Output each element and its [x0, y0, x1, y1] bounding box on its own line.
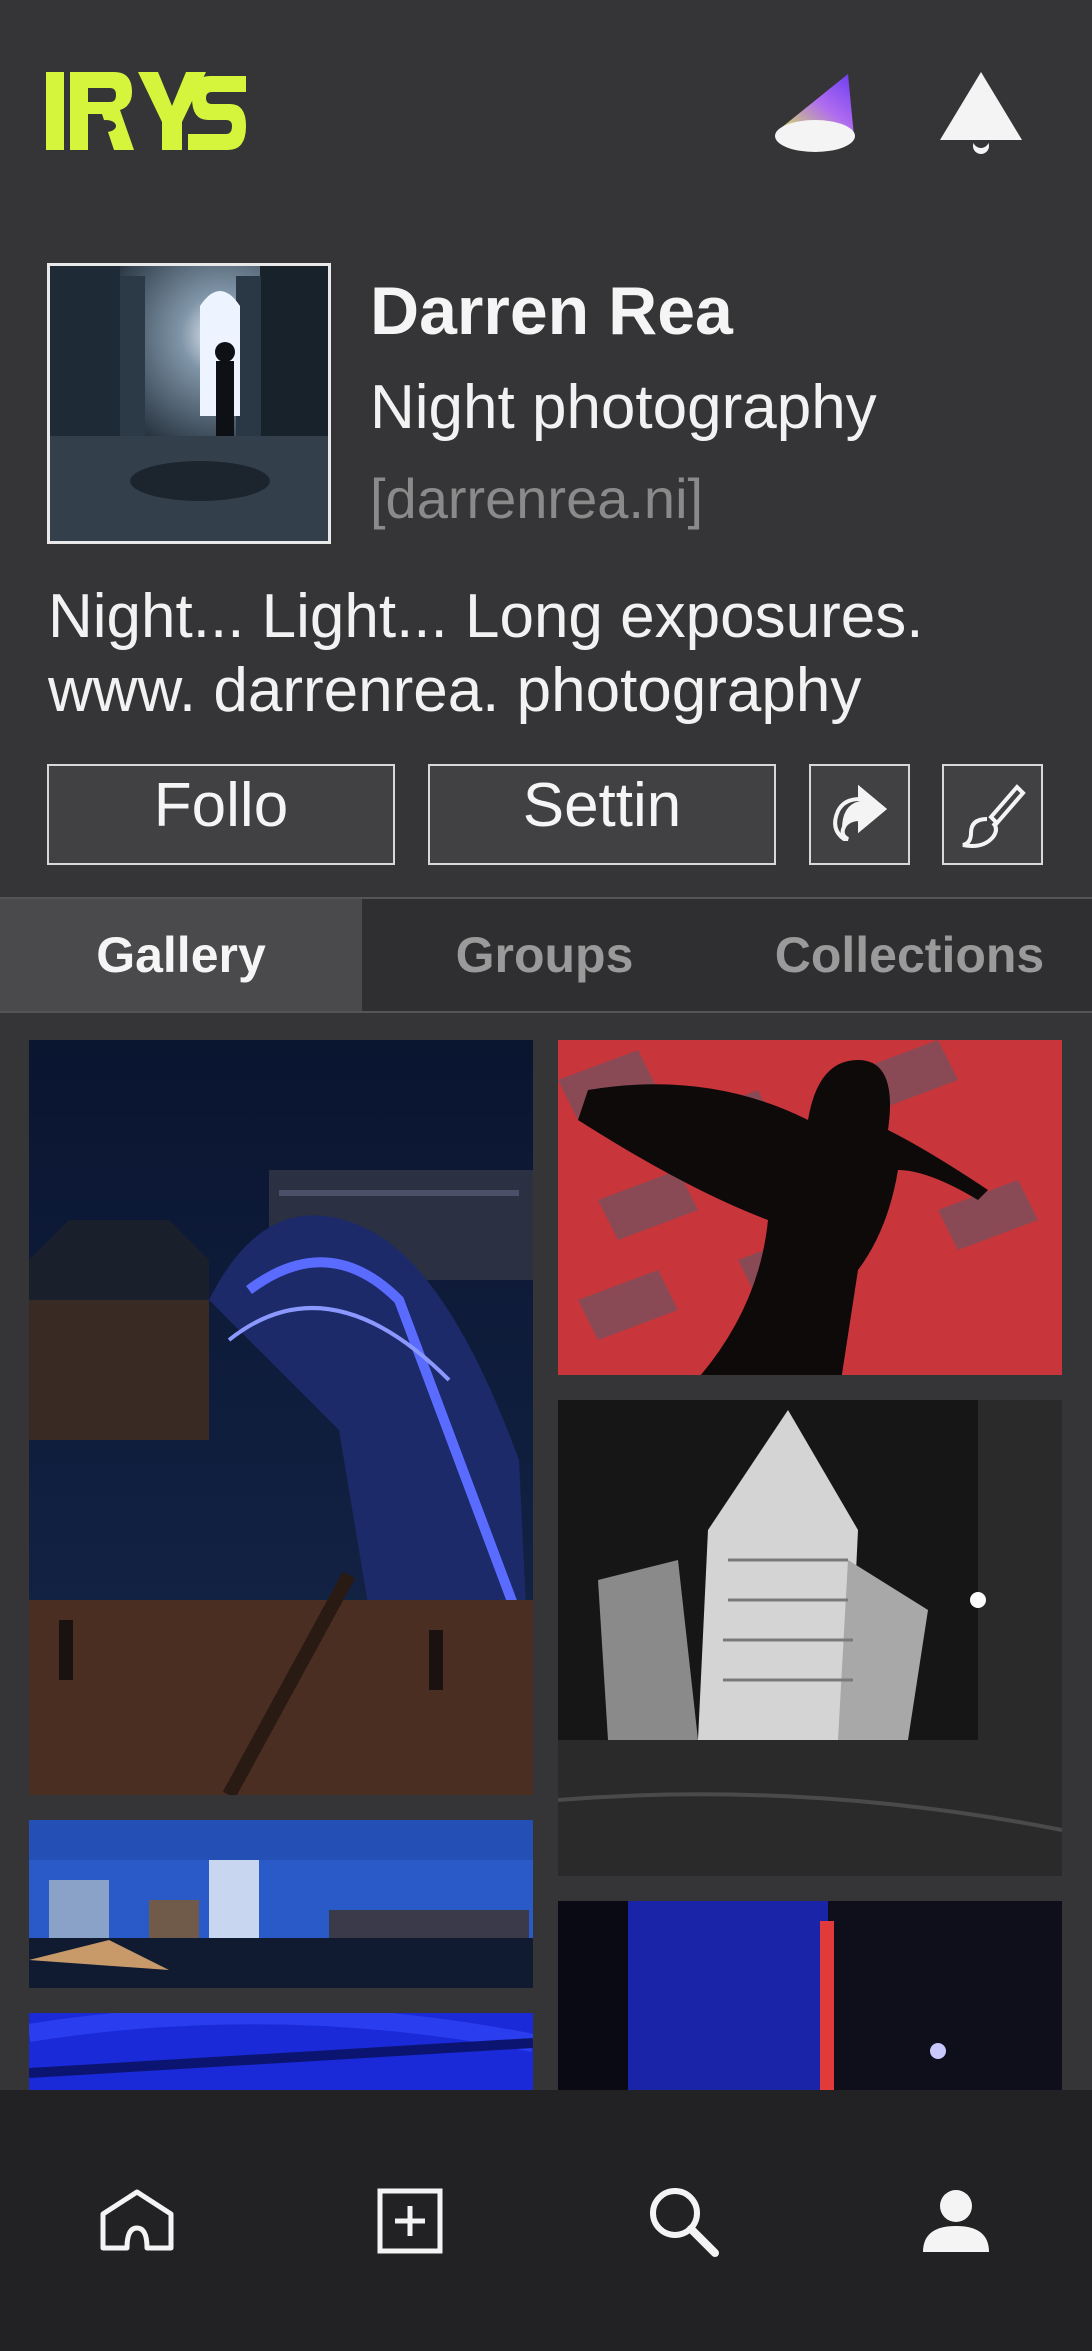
follow-button[interactable]: Follo [47, 764, 395, 865]
bio-line: www. darrenrea. photography [48, 656, 862, 725]
edit-button[interactable] [942, 764, 1043, 865]
share-icon [832, 784, 887, 841]
profile-name: Darren Rea [370, 273, 733, 349]
search-icon [649, 2187, 719, 2257]
photo-gallery [0, 1015, 1092, 2090]
profile-tabs: Gallery Groups Collections [0, 897, 1092, 1013]
tab-collections[interactable]: Collections [727, 899, 1092, 1011]
home-icon [100, 2189, 173, 2250]
blue-bridge-photo[interactable] [29, 2013, 533, 2090]
neon-alley-photo[interactable] [558, 1901, 1062, 2090]
nav-add-post[interactable] [273, 2090, 546, 2351]
bio-line: Night... Light... Long exposures. [48, 582, 924, 651]
titanic-building-photo[interactable] [558, 1400, 1062, 1876]
profile-icon [922, 2189, 989, 2252]
notification-bell-icon[interactable] [936, 66, 1026, 156]
nav-search[interactable] [546, 2090, 819, 2351]
nav-profile[interactable] [819, 2090, 1092, 2351]
avatar-photo [50, 266, 328, 541]
bridge-night-photo[interactable] [29, 1040, 533, 1795]
app-header [0, 0, 1092, 230]
profile-website[interactable]: [darrenrea.ni] [370, 466, 703, 531]
share-button[interactable] [809, 764, 910, 865]
tab-groups[interactable]: Groups [362, 899, 727, 1011]
profile-subtitle: Night photography [370, 373, 877, 442]
harbour-panorama-photo[interactable] [29, 1820, 533, 1988]
tab-gallery[interactable]: Gallery [0, 899, 362, 1011]
edit-brush-icon [961, 783, 1026, 848]
profile-bio: Night... Light... Long exposures. www. d… [48, 580, 1088, 728]
bottom-navigation [0, 2090, 1092, 2351]
settings-button[interactable]: Settin [428, 764, 776, 865]
gradient-cone-icon[interactable] [770, 66, 860, 156]
add-post-icon [377, 2188, 442, 2253]
avatar[interactable] [47, 263, 331, 544]
nav-home[interactable] [0, 2090, 273, 2351]
irys-logo[interactable] [46, 66, 246, 154]
dancer-silhouette-photo[interactable] [558, 1040, 1062, 1375]
